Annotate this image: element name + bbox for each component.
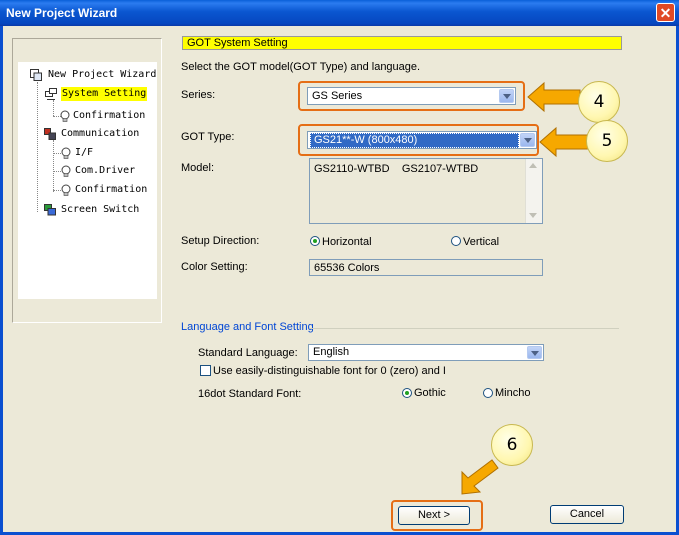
cancel-button[interactable]: Cancel [550,505,624,524]
screen-switch-icon [44,204,56,216]
tree-line [53,100,54,116]
callout-badge-4: 4 [578,81,620,123]
mincho-label[interactable]: Mincho [495,387,530,399]
standard-language-value: English [313,346,350,358]
group-divider [310,328,619,329]
got-type-value: GS21**-W (800x480) [310,133,519,148]
close-button[interactable]: ✕ [656,3,675,22]
model-scrollbar[interactable] [525,159,542,223]
series-select[interactable]: GS Series [307,87,516,105]
chevron-down-icon[interactable] [520,133,535,147]
title-bar: New Project Wizard ✕ [0,0,679,26]
tree-item-system-setting[interactable]: System Setting [61,87,148,101]
font-16dot-label: 16dot Standard Font: [198,388,302,400]
next-button[interactable]: Next > [398,506,470,525]
horizontal-radio[interactable] [310,236,320,246]
tree-item-screen-switch[interactable]: Screen Switch [61,203,139,217]
window-title: New Project Wizard [6,6,118,20]
series-value: GS Series [312,90,363,102]
tree-item-new-project-wizard[interactable]: New Project Wizard [48,68,156,82]
scroll-up-icon[interactable] [529,163,537,168]
tree-item-interface[interactable]: I/F [75,146,93,160]
chevron-down-icon[interactable] [527,346,542,359]
mincho-radio[interactable] [483,388,493,398]
standard-language-select[interactable]: English [308,344,544,361]
lightbulb-icon [61,184,71,196]
standard-language-label: Standard Language: [198,347,298,359]
callout-arrow-down-left [461,459,499,495]
distinguishable-font-label[interactable]: Use easily-distinguishable font for 0 (z… [213,365,446,377]
tree-item-com-driver[interactable]: Com.Driver [75,164,135,178]
series-label: Series: [181,89,216,101]
distinguishable-font-checkbox[interactable] [200,365,211,376]
vertical-label[interactable]: Vertical [463,236,499,248]
gothic-label[interactable]: Gothic [414,387,446,399]
tree-line [37,82,38,212]
model-label: Model: [181,162,215,174]
callout-arrow-left [539,126,589,158]
callout-badge-5: 5 [586,120,628,162]
color-setting-field: 65536 Colors [309,259,543,276]
setup-direction-label: Setup Direction: [181,235,260,247]
vertical-radio[interactable] [451,236,461,246]
instruction-text: Select the GOT model(GOT Type) and langu… [181,61,421,73]
section-title: GOT System Setting [182,36,622,50]
gothic-radio[interactable] [402,388,412,398]
tree-item-confirmation[interactable]: Confirmation [73,109,145,123]
got-type-label: GOT Type: [181,131,235,143]
lightbulb-icon [61,165,71,177]
close-icon: ✕ [659,5,672,21]
system-setting-icon [45,88,57,100]
scroll-down-icon[interactable] [529,213,537,218]
language-group-title: Language and Font Setting [181,321,314,333]
tree-item-communication[interactable]: Communication [61,127,139,141]
tree-item-confirmation-2[interactable]: Confirmation [75,183,147,197]
color-setting-value: 65536 Colors [314,262,380,274]
lightbulb-icon [60,110,70,122]
lightbulb-icon [61,147,71,159]
horizontal-label[interactable]: Horizontal [322,236,372,248]
communication-icon [44,128,56,140]
tree-line [53,140,54,192]
model-list[interactable]: GS2110-WTBD GS2107-WTBD [309,158,543,224]
got-type-select[interactable]: GS21**-W (800x480) [307,131,537,149]
color-setting-label: Color Setting: [181,261,248,273]
callout-arrow-left [527,81,581,113]
model-value: GS2110-WTBD GS2107-WTBD [314,163,479,175]
wizard-root-icon [30,69,42,81]
chevron-down-icon[interactable] [499,89,514,103]
